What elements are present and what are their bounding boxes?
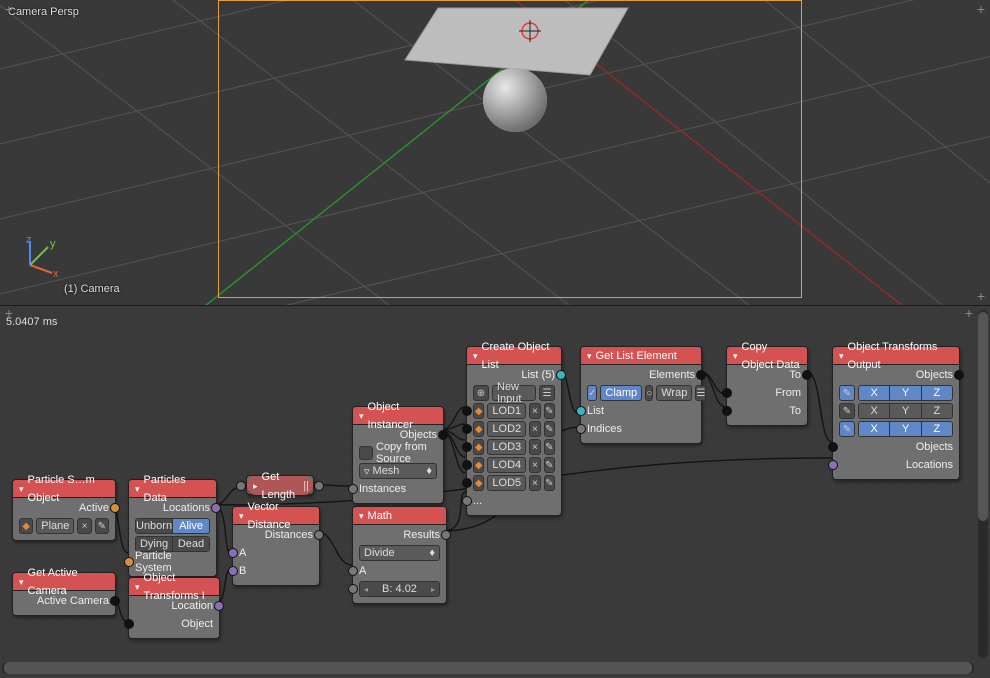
node-title: Get List Element — [596, 347, 677, 365]
node-title: Math — [368, 507, 392, 525]
axis-toggle[interactable]: XYZ — [858, 421, 953, 437]
axis-toggle[interactable]: XYZ — [858, 385, 953, 401]
node-math[interactable]: ▾Math Results Divide♦ A ◂B: 4.02▸ — [352, 506, 447, 604]
object-icon: ◆ — [473, 439, 484, 455]
region-split-icon[interactable]: + — [964, 308, 974, 318]
socket-label: From — [775, 387, 801, 399]
axis-lock-icon[interactable]: ✎ — [839, 403, 855, 419]
socket-label: Distances — [265, 529, 313, 541]
camera-frame — [218, 0, 802, 298]
clear-icon[interactable]: × — [529, 475, 540, 491]
math-b-field[interactable]: ◂B: 4.02▸ — [359, 581, 440, 597]
axis-toggle[interactable]: XYZ — [858, 403, 953, 419]
wrap-checkbox[interactable]: ○ — [645, 385, 653, 401]
socket-label: Locations — [163, 502, 210, 514]
socket-label: B — [239, 565, 246, 577]
node-editor[interactable]: 5.0407 ms + + ▾Particle S…m Object Activ… — [0, 306, 990, 678]
object-icon: ◆ — [473, 457, 484, 473]
clamp-checkbox[interactable]: ✓ — [587, 385, 597, 401]
lod-field[interactable]: LOD1 — [487, 403, 526, 419]
scrollbar-vertical[interactable] — [978, 310, 988, 658]
socket-label: List — [587, 405, 604, 417]
add-icon[interactable]: ⊕ — [473, 385, 489, 401]
lod-field[interactable]: LOD4 — [487, 457, 526, 473]
math-mode-dropdown[interactable]: Divide♦ — [359, 545, 440, 561]
socket-label: Active Camera — [37, 595, 109, 607]
axis-gizmo: x y z — [18, 237, 58, 277]
socket-label: Locations — [906, 459, 953, 471]
node-create-object-list[interactable]: ▾Create Object List List (5) ⊕New Input☰… — [466, 346, 562, 516]
node-get-active-camera[interactable]: ▾Get Active Camera Active Camera — [12, 572, 116, 616]
region-split-icon[interactable]: + — [976, 4, 986, 14]
object-icon: ◆ — [473, 421, 484, 437]
menu-icon[interactable]: ☰ — [539, 385, 555, 401]
node-object-transforms-input[interactable]: ▾Object Transforms I Location Object — [128, 577, 220, 639]
object-field[interactable]: Plane — [36, 518, 74, 534]
socket-label: To — [789, 405, 801, 417]
viewport-3d[interactable]: Camera Persp (1) Camera x y z + + + — [0, 0, 990, 305]
menu-icon[interactable]: ☰ — [695, 385, 706, 401]
region-split-icon[interactable]: + — [976, 291, 986, 301]
node-particle-system-object[interactable]: ▾Particle S…m Object Active ◆ Plane × ✎ — [12, 479, 116, 541]
socket-label: Instances — [359, 483, 406, 495]
socket-label: ... — [473, 495, 482, 507]
clear-icon[interactable]: × — [529, 403, 540, 419]
socket-label: List (5) — [521, 369, 555, 381]
scrollbar-thumb[interactable] — [4, 662, 972, 674]
socket-label: Objects — [916, 369, 953, 381]
scrollbar-thumb[interactable] — [978, 312, 988, 521]
region-split-icon[interactable]: + — [4, 308, 14, 318]
socket-label: Object — [181, 618, 213, 630]
lod-field[interactable]: LOD5 — [487, 475, 526, 491]
socket-label: Objects — [400, 429, 437, 441]
node-get-list-element[interactable]: ▾Get List Element Elements ✓Clamp ○Wrap … — [580, 346, 702, 444]
lod-field[interactable]: LOD3 — [487, 439, 526, 455]
copy-from-source-checkbox[interactable] — [359, 446, 373, 460]
socket-label: Elements — [649, 369, 695, 381]
eyedropper-icon[interactable]: ✎ — [544, 403, 555, 419]
region-split-icon[interactable]: + — [4, 4, 14, 14]
socket-label: To — [789, 369, 801, 381]
object-icon: ◆ — [473, 403, 484, 419]
node-object-instancer[interactable]: ▾Object Instancer Objects Copy from Sour… — [352, 406, 444, 504]
clear-icon[interactable]: × — [529, 439, 540, 455]
object-icon: ◆ — [473, 475, 484, 491]
node-copy-object-data[interactable]: ▾Copy Object Data To From To — [726, 346, 808, 426]
clear-icon[interactable]: × — [529, 457, 540, 473]
svg-text:y: y — [50, 238, 56, 250]
socket-label: Location — [171, 600, 213, 612]
viewport-camera-label: Camera Persp — [8, 6, 79, 18]
clamp-button[interactable]: Clamp — [600, 385, 642, 401]
node-particles-data[interactable]: ▾Particles Data Locations UnbornAlive Dy… — [128, 479, 217, 577]
label: Copy from Source — [376, 441, 437, 465]
socket-label: A — [359, 565, 366, 577]
lod-field[interactable]: LOD2 — [487, 421, 526, 437]
node-vector-distance[interactable]: ▾Vector Distance Distances A B — [232, 506, 320, 586]
eyedropper-icon[interactable]: ✎ — [544, 439, 555, 455]
scrollbar-horizontal[interactable] — [2, 662, 974, 674]
axis-lock-icon[interactable]: ✎ — [839, 385, 855, 401]
eyedropper-icon[interactable]: ✎ — [95, 518, 109, 534]
wrap-button[interactable]: Wrap — [656, 385, 692, 401]
socket-label: Indices — [587, 423, 622, 435]
node-get-length[interactable]: ▸Get Length || — [246, 475, 314, 495]
viewport-object-label: (1) Camera — [64, 283, 120, 295]
socket-label: Objects — [916, 441, 953, 453]
type-dropdown[interactable]: ▿Mesh♦ — [359, 463, 437, 479]
object-icon: ◆ — [19, 518, 33, 534]
svg-text:x: x — [53, 268, 58, 277]
socket-label: Active — [79, 502, 109, 514]
eyedropper-icon[interactable]: ✎ — [544, 475, 555, 491]
svg-text:z: z — [26, 237, 32, 246]
eyedropper-icon[interactable]: ✎ — [544, 457, 555, 473]
socket-label: A — [239, 547, 246, 559]
node-object-transforms-output[interactable]: ▾Object Transforms Output Objects ✎XYZ ✎… — [832, 346, 960, 480]
axis-lock-icon[interactable]: ✎ — [839, 421, 855, 437]
eyedropper-icon[interactable]: ✎ — [544, 421, 555, 437]
particle-state-toggle[interactable]: UnbornAlive — [135, 518, 210, 534]
clear-icon[interactable]: × — [529, 421, 540, 437]
new-input-button[interactable]: New Input — [492, 385, 536, 401]
clear-icon[interactable]: × — [77, 518, 91, 534]
socket-label: Results — [403, 529, 440, 541]
